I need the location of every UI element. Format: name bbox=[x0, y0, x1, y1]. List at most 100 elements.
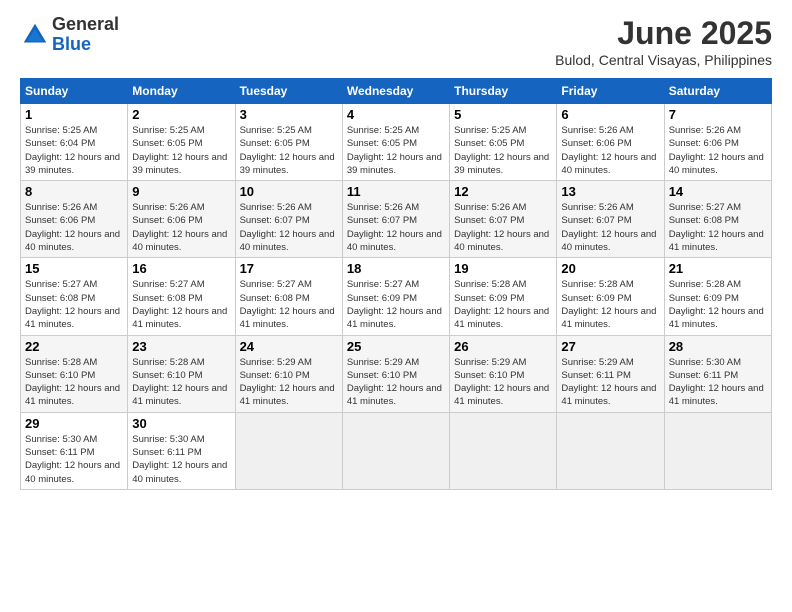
logo-text: General Blue bbox=[52, 15, 119, 55]
day-cell bbox=[557, 412, 664, 489]
day-cell: 20 Sunrise: 5:28 AMSunset: 6:09 PMDayligh… bbox=[557, 258, 664, 335]
week-row-1: 1 Sunrise: 5:25 AMSunset: 6:04 PMDaylight… bbox=[21, 104, 772, 181]
day-number: 12 bbox=[454, 184, 552, 199]
day-cell: 8Sunrise: 5:26 AMSunset: 6:06 PMDaylight… bbox=[21, 181, 128, 258]
week-row-5: 29Sunrise: 5:30 AMSunset: 6:11 PMDayligh… bbox=[21, 412, 772, 489]
weekday-header-friday: Friday bbox=[557, 79, 664, 104]
day-number: 16 bbox=[132, 261, 230, 276]
day-cell: 13 Sunrise: 5:26 AMSunset: 6:07 PMDayligh… bbox=[557, 181, 664, 258]
day-detail: Sunrise: 5:30 AMSunset: 6:11 PMDaylight:… bbox=[25, 433, 123, 486]
day-number: 23 bbox=[132, 339, 230, 354]
day-number: 19 bbox=[454, 261, 552, 276]
weekday-header-saturday: Saturday bbox=[664, 79, 771, 104]
month-title: June 2025 bbox=[555, 15, 772, 52]
day-cell: 21 Sunrise: 5:28 AMSunset: 6:09 PMDayligh… bbox=[664, 258, 771, 335]
day-cell: 1 Sunrise: 5:25 AMSunset: 6:04 PMDaylight… bbox=[21, 104, 128, 181]
day-detail: Sunrise: 5:25 AMSunset: 6:05 PMDaylight:… bbox=[240, 124, 338, 177]
logo-blue: Blue bbox=[52, 35, 119, 55]
day-detail: Sunrise: 5:25 AMSunset: 6:04 PMDaylight:… bbox=[25, 124, 123, 177]
day-cell: 3 Sunrise: 5:25 AMSunset: 6:05 PMDaylight… bbox=[235, 104, 342, 181]
day-detail: Sunrise: 5:29 AMSunset: 6:10 PMDaylight:… bbox=[347, 356, 445, 409]
day-cell: 22 Sunrise: 5:28 AMSunset: 6:10 PMDayligh… bbox=[21, 335, 128, 412]
day-number: 13 bbox=[561, 184, 659, 199]
day-detail: Sunrise: 5:30 AMSunset: 6:11 PMDaylight:… bbox=[132, 433, 230, 486]
day-cell: 29Sunrise: 5:30 AMSunset: 6:11 PMDayligh… bbox=[21, 412, 128, 489]
day-cell: 14Sunrise: 5:27 AMSunset: 6:08 PMDayligh… bbox=[664, 181, 771, 258]
day-detail: Sunrise: 5:26 AMSunset: 6:06 PMDaylight:… bbox=[561, 124, 659, 177]
day-detail: Sunrise: 5:26 AMSunset: 6:06 PMDaylight:… bbox=[669, 124, 767, 177]
weekday-header-wednesday: Wednesday bbox=[342, 79, 449, 104]
day-number: 20 bbox=[561, 261, 659, 276]
day-number: 27 bbox=[561, 339, 659, 354]
day-detail: Sunrise: 5:27 AMSunset: 6:08 PMDaylight:… bbox=[25, 278, 123, 331]
weekday-header-thursday: Thursday bbox=[450, 79, 557, 104]
day-number: 18 bbox=[347, 261, 445, 276]
logo-general: General bbox=[52, 15, 119, 35]
day-cell: 25 Sunrise: 5:29 AMSunset: 6:10 PMDayligh… bbox=[342, 335, 449, 412]
logo: General Blue bbox=[20, 15, 119, 55]
day-detail: Sunrise: 5:29 AMSunset: 6:10 PMDaylight:… bbox=[240, 356, 338, 409]
day-number: 1 bbox=[25, 107, 123, 122]
weekday-header-tuesday: Tuesday bbox=[235, 79, 342, 104]
day-number: 15 bbox=[25, 261, 123, 276]
day-cell: 30 Sunrise: 5:30 AMSunset: 6:11 PMDayligh… bbox=[128, 412, 235, 489]
day-number: 28 bbox=[669, 339, 767, 354]
day-detail: Sunrise: 5:28 AMSunset: 6:10 PMDaylight:… bbox=[132, 356, 230, 409]
day-cell: 26Sunrise: 5:29 AMSunset: 6:10 PMDayligh… bbox=[450, 335, 557, 412]
day-cell bbox=[664, 412, 771, 489]
weekday-header-monday: Monday bbox=[128, 79, 235, 104]
day-detail: Sunrise: 5:25 AMSunset: 6:05 PMDaylight:… bbox=[454, 124, 552, 177]
day-detail: Sunrise: 5:25 AMSunset: 6:05 PMDaylight:… bbox=[132, 124, 230, 177]
day-detail: Sunrise: 5:26 AMSunset: 6:07 PMDaylight:… bbox=[561, 201, 659, 254]
day-number: 24 bbox=[240, 339, 338, 354]
day-detail: Sunrise: 5:26 AMSunset: 6:06 PMDaylight:… bbox=[132, 201, 230, 254]
day-cell: 15 Sunrise: 5:27 AMSunset: 6:08 PMDayligh… bbox=[21, 258, 128, 335]
weekday-header-row: SundayMondayTuesdayWednesdayThursdayFrid… bbox=[21, 79, 772, 104]
logo-icon bbox=[20, 20, 50, 50]
day-cell: 9 Sunrise: 5:26 AMSunset: 6:06 PMDaylight… bbox=[128, 181, 235, 258]
day-detail: Sunrise: 5:27 AMSunset: 6:08 PMDaylight:… bbox=[132, 278, 230, 331]
day-detail: Sunrise: 5:28 AMSunset: 6:09 PMDaylight:… bbox=[669, 278, 767, 331]
day-cell bbox=[342, 412, 449, 489]
day-detail: Sunrise: 5:26 AMSunset: 6:07 PMDaylight:… bbox=[240, 201, 338, 254]
day-cell: 11Sunrise: 5:26 AMSunset: 6:07 PMDayligh… bbox=[342, 181, 449, 258]
day-number: 21 bbox=[669, 261, 767, 276]
day-number: 3 bbox=[240, 107, 338, 122]
day-detail: Sunrise: 5:28 AMSunset: 6:09 PMDaylight:… bbox=[454, 278, 552, 331]
day-cell: 28Sunrise: 5:30 AMSunset: 6:11 PMDayligh… bbox=[664, 335, 771, 412]
day-cell: 12 Sunrise: 5:26 AMSunset: 6:07 PMDayligh… bbox=[450, 181, 557, 258]
day-cell: 19 Sunrise: 5:28 AMSunset: 6:09 PMDayligh… bbox=[450, 258, 557, 335]
day-cell bbox=[450, 412, 557, 489]
week-row-4: 22 Sunrise: 5:28 AMSunset: 6:10 PMDayligh… bbox=[21, 335, 772, 412]
day-detail: Sunrise: 5:27 AMSunset: 6:08 PMDaylight:… bbox=[669, 201, 767, 254]
day-cell: 18Sunrise: 5:27 AMSunset: 6:09 PMDayligh… bbox=[342, 258, 449, 335]
calendar: SundayMondayTuesdayWednesdayThursdayFrid… bbox=[20, 78, 772, 490]
day-cell: 7 Sunrise: 5:26 AMSunset: 6:06 PMDaylight… bbox=[664, 104, 771, 181]
day-detail: Sunrise: 5:27 AMSunset: 6:08 PMDaylight:… bbox=[240, 278, 338, 331]
header: General Blue June 2025 Bulod, Central Vi… bbox=[20, 15, 772, 68]
day-cell: 6Sunrise: 5:26 AMSunset: 6:06 PMDaylight… bbox=[557, 104, 664, 181]
day-cell: 4Sunrise: 5:25 AMSunset: 6:05 PMDaylight… bbox=[342, 104, 449, 181]
day-number: 8 bbox=[25, 184, 123, 199]
day-detail: Sunrise: 5:28 AMSunset: 6:09 PMDaylight:… bbox=[561, 278, 659, 331]
day-detail: Sunrise: 5:29 AMSunset: 6:10 PMDaylight:… bbox=[454, 356, 552, 409]
day-number: 4 bbox=[347, 107, 445, 122]
day-detail: Sunrise: 5:29 AMSunset: 6:11 PMDaylight:… bbox=[561, 356, 659, 409]
day-cell bbox=[235, 412, 342, 489]
day-number: 11 bbox=[347, 184, 445, 199]
day-number: 17 bbox=[240, 261, 338, 276]
location-title: Bulod, Central Visayas, Philippines bbox=[555, 52, 772, 68]
day-number: 5 bbox=[454, 107, 552, 122]
page: General Blue June 2025 Bulod, Central Vi… bbox=[0, 0, 792, 612]
day-detail: Sunrise: 5:26 AMSunset: 6:07 PMDaylight:… bbox=[454, 201, 552, 254]
day-detail: Sunrise: 5:28 AMSunset: 6:10 PMDaylight:… bbox=[25, 356, 123, 409]
day-cell: 27 Sunrise: 5:29 AMSunset: 6:11 PMDayligh… bbox=[557, 335, 664, 412]
day-number: 30 bbox=[132, 416, 230, 431]
day-number: 22 bbox=[25, 339, 123, 354]
day-cell: 16 Sunrise: 5:27 AMSunset: 6:08 PMDayligh… bbox=[128, 258, 235, 335]
day-number: 7 bbox=[669, 107, 767, 122]
day-cell: 10Sunrise: 5:26 AMSunset: 6:07 PMDayligh… bbox=[235, 181, 342, 258]
day-number: 25 bbox=[347, 339, 445, 354]
day-number: 9 bbox=[132, 184, 230, 199]
day-cell: 17 Sunrise: 5:27 AMSunset: 6:08 PMDayligh… bbox=[235, 258, 342, 335]
